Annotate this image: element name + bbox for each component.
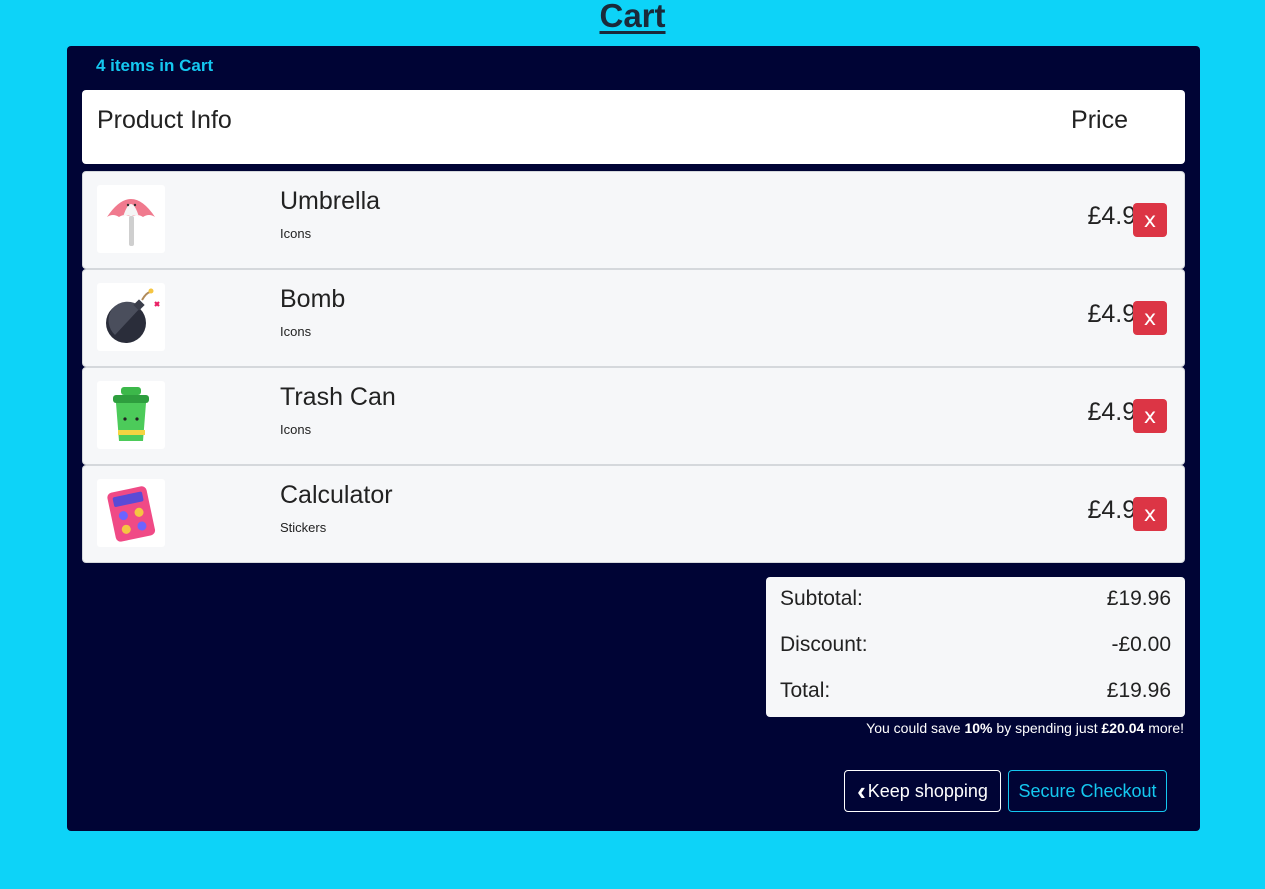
total-value: £19.96 (1106, 679, 1171, 702)
cart-item-count: 4 items in Cart (96, 56, 214, 75)
item-name[interactable]: Bomb (280, 285, 345, 314)
product-info-heading: Product Info (97, 106, 232, 134)
cart-item-umbrella: Umbrella Icons £4.99 x (82, 171, 1185, 269)
item-name[interactable]: Umbrella (280, 187, 380, 216)
savings-percent: 10% (964, 720, 993, 736)
remove-item-button[interactable]: x (1133, 497, 1167, 531)
trash-can-icon (97, 381, 165, 449)
bomb-icon (97, 283, 165, 351)
umbrella-icon (97, 185, 165, 253)
calculator-icon (97, 479, 165, 547)
remove-item-button[interactable]: x (1133, 203, 1167, 237)
savings-amount: £20.04 (1101, 720, 1145, 736)
discount-value: -£0.00 (1111, 633, 1171, 656)
item-name[interactable]: Trash Can (280, 383, 396, 412)
chevron-left-icon: ‹ (857, 776, 866, 806)
order-summary: Subtotal: £19.96 Discount: -£0.00 Total:… (766, 577, 1185, 717)
cart-header: Product Info Price (82, 90, 1185, 164)
cart-items-list: Umbrella Icons £4.99 x Bomb Icons £4.99 … (82, 171, 1185, 563)
item-category: Stickers (280, 520, 327, 535)
subtotal-row: Subtotal: £19.96 (780, 587, 1171, 617)
remove-item-button[interactable]: x (1133, 301, 1167, 335)
keep-shopping-label: Keep shopping (867, 780, 988, 801)
discount-row: Discount: -£0.00 (780, 633, 1171, 663)
secure-checkout-button[interactable]: Secure Checkout (1008, 770, 1167, 812)
item-category: Icons (280, 422, 312, 437)
price-heading: Price (1071, 106, 1128, 134)
cart-panel: 4 items in Cart Product Info Price Umbre… (67, 46, 1200, 831)
cart-item-trash-can: Trash Can Icons £4.99 x (82, 367, 1185, 465)
item-name[interactable]: Calculator (280, 481, 393, 510)
page-title: Cart (599, 0, 666, 34)
total-label: Total: (780, 679, 831, 702)
cart-item-calculator: Calculator Stickers £4.99 x (82, 465, 1185, 563)
remove-item-button[interactable]: x (1133, 399, 1167, 433)
subtotal-label: Subtotal: (780, 587, 863, 610)
cart-item-bomb: Bomb Icons £4.99 x (82, 269, 1185, 367)
item-category: Icons (280, 324, 312, 339)
keep-shopping-button[interactable]: ‹ Keep shopping (844, 770, 1001, 812)
subtotal-value: £19.96 (1106, 587, 1171, 610)
discount-label: Discount: (780, 633, 868, 656)
item-category: Icons (280, 226, 312, 241)
savings-note: You could save 10% by spending just £20.… (866, 720, 1184, 736)
total-row: Total: £19.96 (780, 679, 1171, 709)
